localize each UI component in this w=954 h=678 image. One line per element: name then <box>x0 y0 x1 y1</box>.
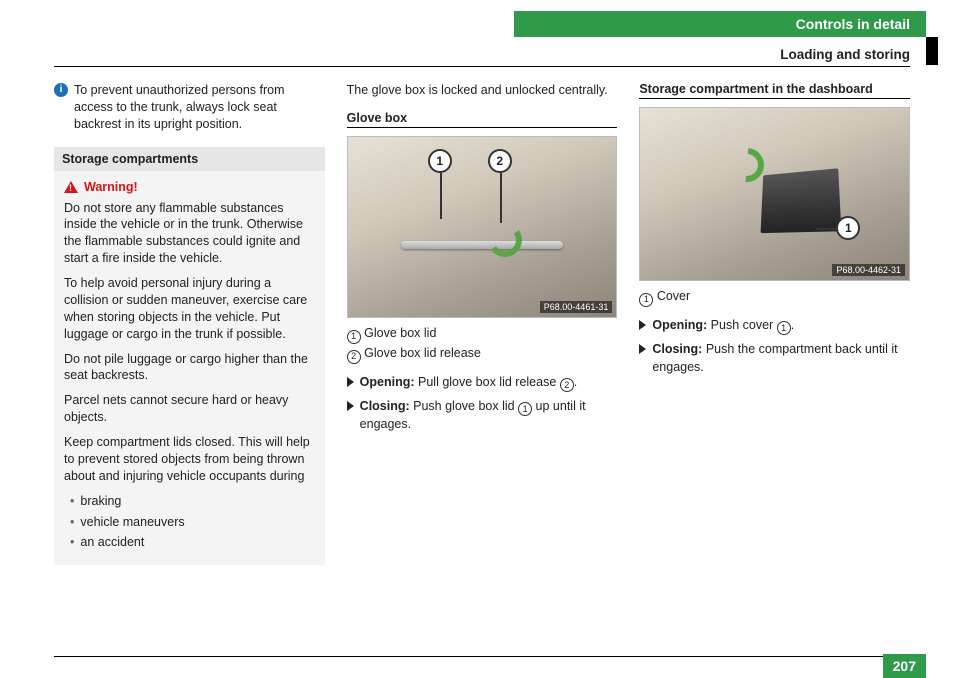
callout-line <box>500 173 502 223</box>
warning-para: Parcel nets cannot secure hard or heavy … <box>64 392 315 426</box>
action-closing: Closing: Push glove box lid 1 up until i… <box>347 398 618 434</box>
warning-para: Do not store any flammable substances in… <box>64 200 315 268</box>
page-number: 207 <box>883 654 926 678</box>
warning-para: Do not pile luggage or cargo higher than… <box>64 351 315 385</box>
action-opening: Opening: Push cover 1. <box>639 317 910 335</box>
bullet: braking <box>70 493 315 510</box>
legend-text: Cover <box>657 289 690 303</box>
legend-num: 2 <box>347 350 361 364</box>
section-rule <box>54 66 910 67</box>
legend: 1 Cover <box>639 287 910 307</box>
footer: 207 <box>54 656 926 657</box>
legend-item: 1 Cover <box>639 287 910 307</box>
warning-box: Warning! Do not store any flammable subs… <box>54 171 325 566</box>
callout-line <box>440 173 442 219</box>
triangle-icon <box>639 344 646 354</box>
callout-line <box>816 228 838 230</box>
dash-compartment-figure: 1 P68.00-4462-31 <box>639 107 910 281</box>
glove-handle-graphic <box>401 241 562 249</box>
column-2: The glove box is locked and unlocked cen… <box>347 82 618 565</box>
top-bar: Controls in detail <box>0 11 926 37</box>
glove-box-figure: 1 2 P68.00-4461-31 <box>347 136 618 318</box>
section-title: Loading and storing <box>0 47 910 62</box>
chapter-title: Controls in detail <box>514 11 926 37</box>
glove-box-heading: Glove box <box>347 111 618 128</box>
action-text: Opening: Push cover 1. <box>652 317 794 335</box>
column-1: i To prevent unauthorized persons from a… <box>54 82 325 565</box>
action-opening: Opening: Pull glove box lid release 2. <box>347 374 618 392</box>
legend-num: 1 <box>639 293 653 307</box>
dash-compartment-heading: Storage compartment in the dashboard <box>639 82 910 99</box>
warning-para: Keep compartment lids closed. This will … <box>64 434 315 485</box>
storage-heading: Storage compartments <box>54 147 325 171</box>
legend-item: 2 Glove box lid release <box>347 344 618 364</box>
triangle-icon <box>347 377 354 387</box>
thumb-index-marker <box>926 37 938 65</box>
figure-id: P68.00-4461-31 <box>540 301 613 313</box>
chapter-tab: Controls in detail <box>514 11 926 37</box>
column-3: Storage compartment in the dashboard 1 P… <box>639 82 910 565</box>
legend-item: 1 Glove box lid <box>347 324 618 344</box>
arrow-graphic <box>485 220 524 259</box>
warning-header: Warning! <box>64 179 315 196</box>
figure-id: P68.00-4462-31 <box>832 264 905 276</box>
action-text: Opening: Pull glove box lid release 2. <box>360 374 578 392</box>
callout-1: 1 <box>836 216 860 240</box>
callout-1: 1 <box>428 149 452 173</box>
action-closing: Closing: Push the compartment back until… <box>639 341 910 376</box>
info-note: i To prevent unauthorized persons from a… <box>54 82 325 133</box>
glove-intro: The glove box is locked and unlocked cen… <box>347 82 618 99</box>
info-icon: i <box>54 83 68 97</box>
info-note-text: To prevent unauthorized persons from acc… <box>74 82 325 133</box>
legend: 1 Glove box lid 2 Glove box lid release <box>347 324 618 364</box>
legend-num: 1 <box>347 330 361 344</box>
bullet: an accident <box>70 534 315 551</box>
content-columns: i To prevent unauthorized persons from a… <box>54 82 910 565</box>
legend-text: Glove box lid release <box>364 346 481 360</box>
warning-icon <box>64 181 78 193</box>
footer-rule <box>54 656 926 657</box>
action-text: Closing: Push the compartment back until… <box>652 341 910 376</box>
action-text: Closing: Push glove box lid 1 up until i… <box>360 398 618 434</box>
warning-bullets: braking vehicle maneuvers an accident <box>64 493 315 552</box>
warning-para: To help avoid personal injury during a c… <box>64 275 315 343</box>
bullet: vehicle maneuvers <box>70 514 315 531</box>
actions: Opening: Push cover 1. Closing: Push the… <box>639 317 910 376</box>
actions: Opening: Pull glove box lid release 2. C… <box>347 374 618 434</box>
warning-label: Warning! <box>84 179 138 196</box>
triangle-icon <box>639 320 646 330</box>
legend-text: Glove box lid <box>364 326 436 340</box>
compartment-graphic <box>760 168 841 233</box>
triangle-icon <box>347 401 354 411</box>
callout-2: 2 <box>488 149 512 173</box>
